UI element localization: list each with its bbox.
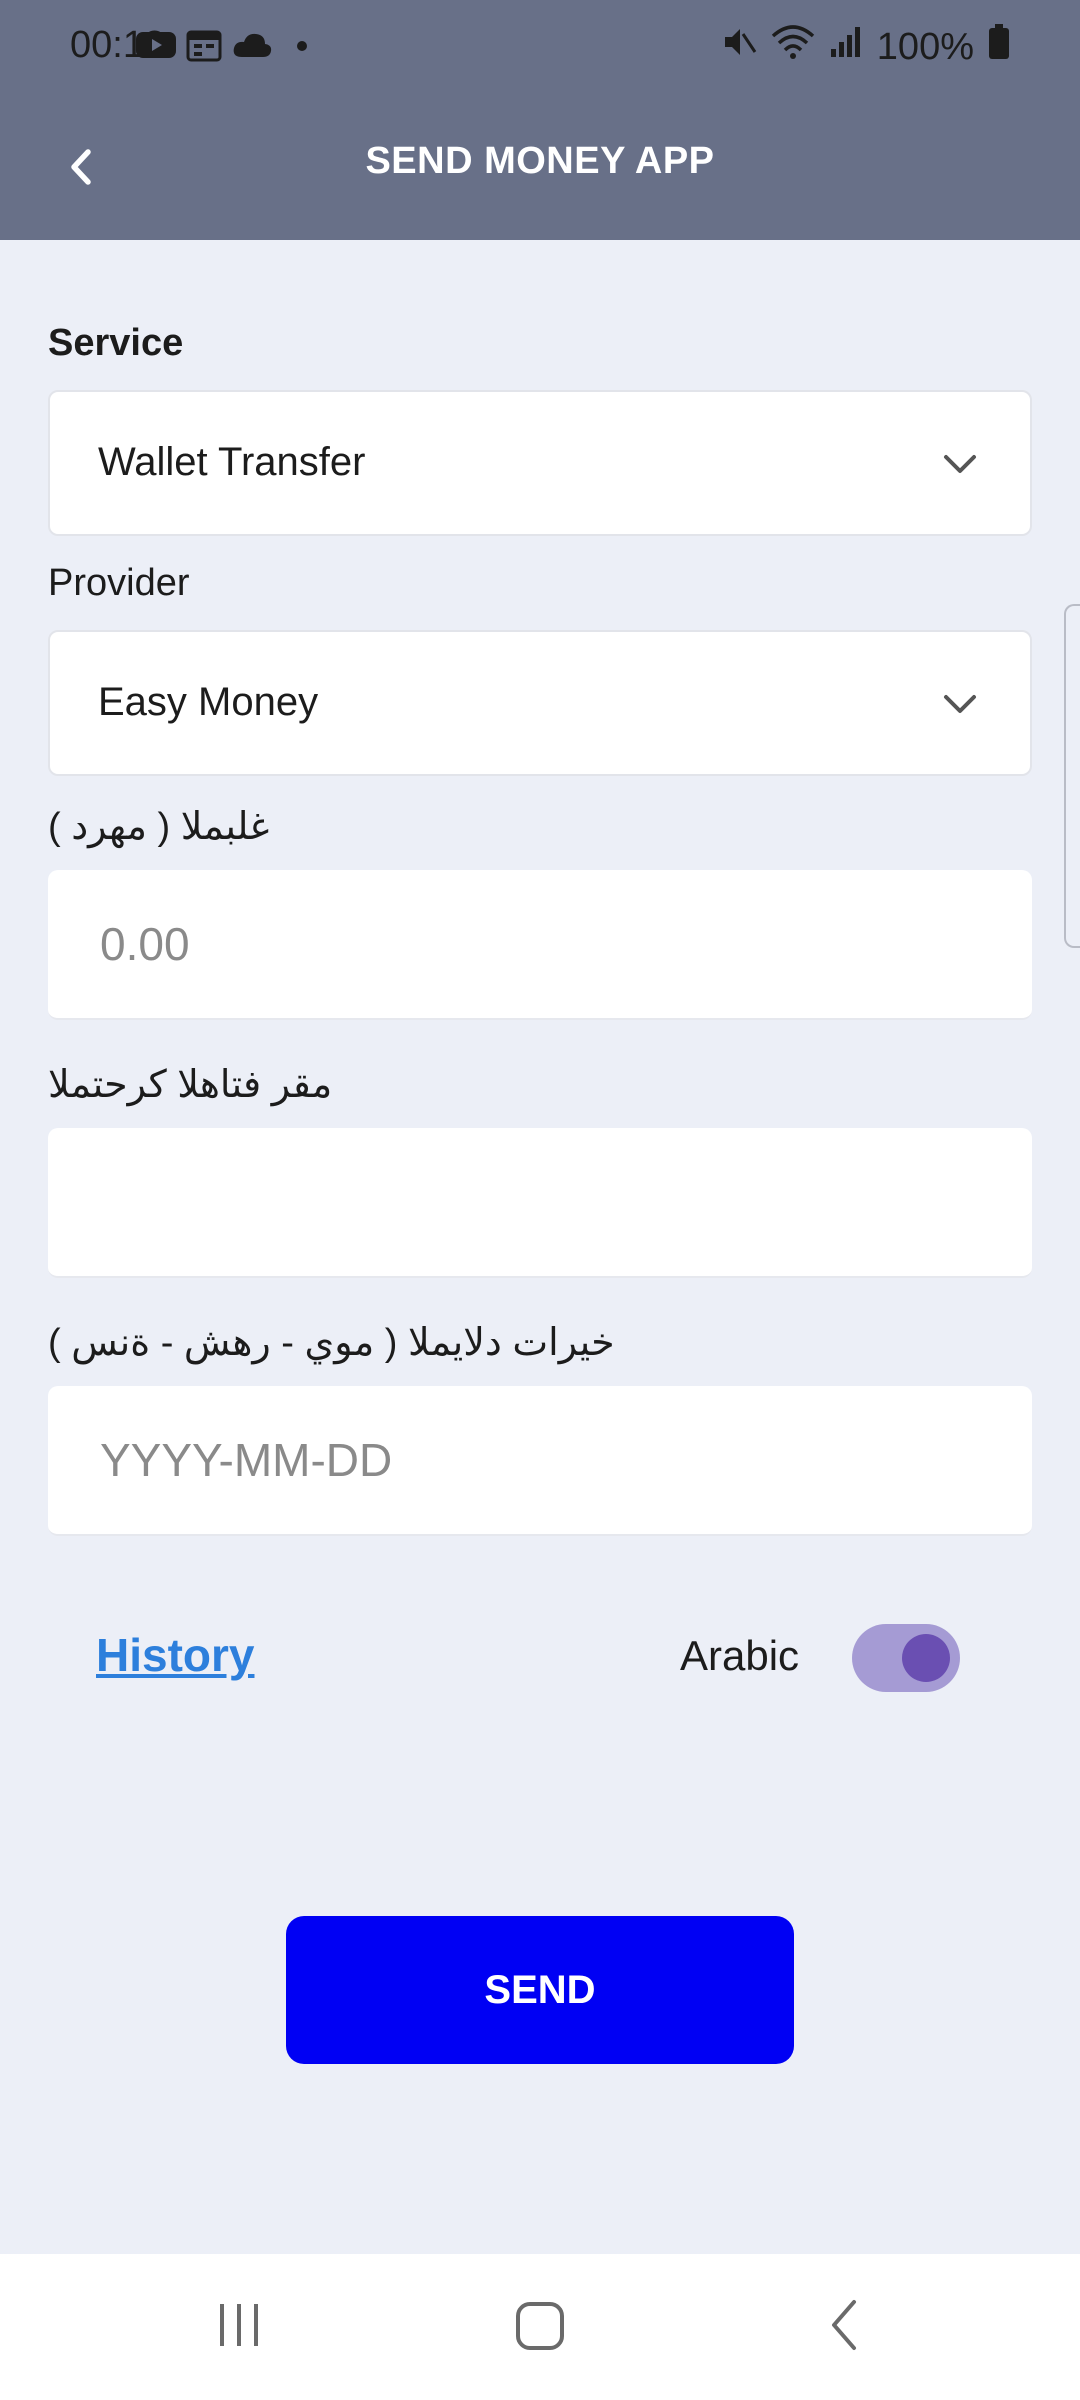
provider-selected-value: Easy Money	[98, 680, 319, 724]
signal-icon	[829, 25, 863, 69]
service-label: Service	[48, 322, 184, 364]
back-icon[interactable]	[820, 2298, 870, 2352]
amount-label: غلبملا ( مهرد )	[48, 806, 270, 848]
language-label: Arabic	[680, 1632, 800, 1679]
wifi-icon	[771, 24, 815, 70]
service-select[interactable]: Wallet Transfer	[48, 390, 1032, 536]
amount-input[interactable]	[48, 870, 1032, 1018]
battery-percent: 100%	[876, 25, 974, 68]
history-link[interactable]: History	[96, 1628, 254, 1682]
battery-icon	[988, 24, 1010, 70]
arabic-toggle[interactable]	[852, 1624, 960, 1692]
reference-input[interactable]	[48, 1128, 1032, 1276]
cloud-icon	[232, 31, 272, 64]
system-nav-bar	[0, 2254, 1080, 2400]
reference-label: مقر فتاهلا كرحتملا	[48, 1064, 333, 1106]
provider-label: Provider	[48, 562, 190, 604]
scroll-indicator[interactable]	[1064, 604, 1080, 948]
calendar-icon	[186, 28, 222, 67]
mute-icon	[721, 24, 757, 70]
send-button[interactable]: SEND	[286, 1916, 794, 2064]
home-icon[interactable]	[512, 2298, 568, 2354]
birth-date-field[interactable]	[48, 1386, 1032, 1536]
toggle-knob	[902, 1634, 950, 1682]
dot-icon	[296, 39, 308, 57]
birth-date-input[interactable]	[48, 1386, 1032, 1534]
chevron-down-icon	[944, 455, 976, 473]
page-title: SEND MONEY APP	[365, 140, 715, 182]
service-selected-value: Wallet Transfer	[98, 440, 366, 484]
provider-select[interactable]: Easy Money	[48, 630, 1032, 776]
status-right-icons: 100%	[721, 24, 1010, 70]
birth-date-label: خيرات دلايملا ( موي - رهش - ةنس )	[48, 1322, 615, 1364]
amount-field[interactable]	[48, 870, 1032, 1020]
youtube-icon	[136, 30, 176, 65]
chevron-down-icon	[944, 695, 976, 713]
app-header: 00:18 100% SEND MONEY APP	[0, 0, 1080, 240]
status-left-icons	[136, 28, 308, 67]
recent-apps-icon[interactable]	[212, 2298, 266, 2352]
reference-field[interactable]	[48, 1128, 1032, 1278]
